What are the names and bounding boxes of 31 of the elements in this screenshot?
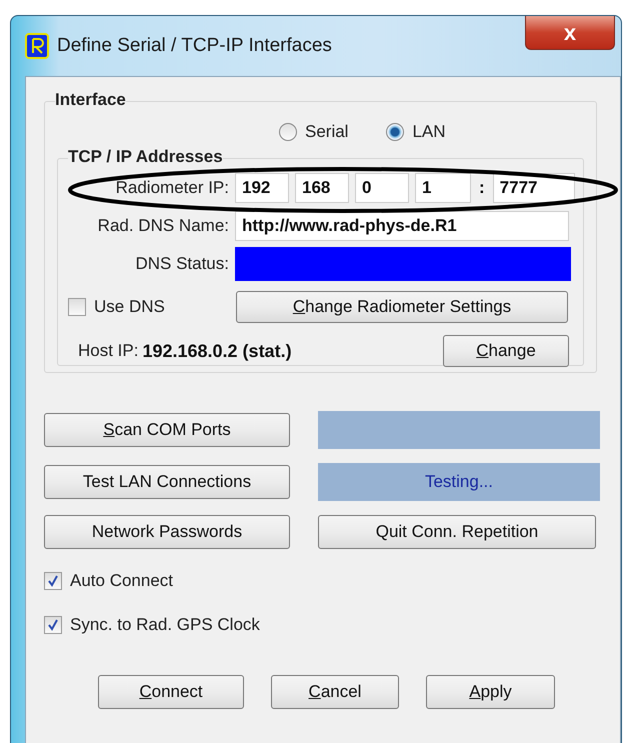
checkbox[interactable]: Sync. to Rad. GPS Clock: [44, 615, 260, 635]
checkbox[interactable]: Auto Connect: [44, 571, 174, 591]
status-panel: Testing...: [318, 463, 600, 501]
host-ip-value: 192.168.0.2 (stat.): [142, 340, 292, 362]
radio-button[interactable]: LAN: [386, 122, 446, 142]
checkbox[interactable]: Use DNS: [68, 297, 165, 317]
ip-octet-field[interactable]: 168: [295, 173, 349, 203]
app-icon: [25, 33, 49, 59]
checkmark-icon: [47, 619, 59, 631]
port-separator: :: [479, 178, 485, 198]
field-label: Radiometer IP:: [114, 178, 230, 198]
dns-name-field[interactable]: http://www.rad-phys-de.R1: [235, 211, 569, 241]
ip-octet-field[interactable]: 192: [235, 173, 289, 203]
field-label: DNS Status:: [134, 254, 230, 274]
host-ip-label: Host IP:: [78, 341, 138, 361]
change-button[interactable]: Change: [443, 335, 569, 367]
ip-octet-field[interactable]: 0: [355, 173, 409, 203]
close-button[interactable]: x: [525, 16, 615, 50]
field-label: Rad. DNS Name:: [96, 216, 230, 236]
ip-octet-field[interactable]: 1: [415, 173, 471, 203]
action-button[interactable]: Quit Conn. Repetition: [318, 515, 596, 549]
action-button[interactable]: Network Passwords: [44, 515, 290, 549]
radio-button[interactable]: Serial: [279, 122, 348, 142]
action-button[interactable]: Test LAN Connections: [44, 465, 290, 499]
dialog-button[interactable]: Connect: [98, 675, 244, 709]
checkmark-icon: [47, 575, 59, 587]
window-title: Define Serial / TCP-IP Interfaces: [57, 35, 332, 57]
dialog-button[interactable]: Cancel: [271, 675, 399, 709]
change-settings-button[interactable]: Change Radiometer Settings: [236, 291, 568, 323]
dialog-button[interactable]: Apply: [426, 675, 555, 709]
action-button[interactable]: Scan COM Ports: [44, 413, 290, 447]
